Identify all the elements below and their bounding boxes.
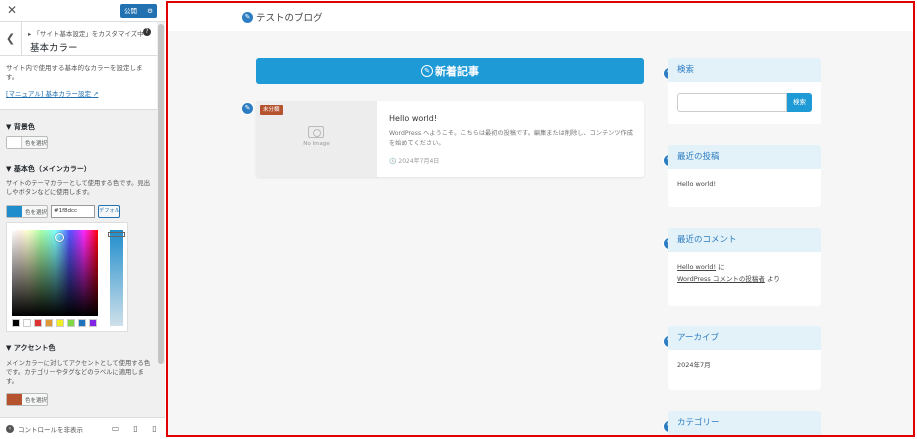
breadcrumb-text: 「サイト基本設定」をカスタマイズ中 — [33, 30, 144, 38]
archive-link[interactable]: 2024年7月 — [677, 361, 711, 369]
site-header: ✎ テストのブログ — [168, 3, 913, 31]
customizer-panel: ✕ 公開 ⚙ ❮ ▸ 「サイト基本設定」をカスタマイズ中 ? 基本カラー サイト… — [0, 0, 165, 439]
close-icon[interactable]: ✕ — [5, 3, 19, 17]
recent-posts-widget: 最近の投稿 Hello world! — [668, 145, 821, 207]
main-color-label: ▼ 基本色（メインカラー） — [6, 165, 91, 173]
palette-swatch[interactable] — [12, 319, 20, 327]
site-preview: ✎ テストのブログ ✎ 新着記事 ✎ No Image 未分類 Hello wo… — [166, 1, 915, 437]
customizer-window: ✕ 公開 ⚙ ❮ ▸ 「サイト基本設定」をカスタマイズ中 ? 基本カラー サイト… — [0, 0, 917, 439]
help-icon[interactable]: ? — [143, 28, 151, 36]
accent-color-button-label: 色を選択 — [24, 397, 47, 404]
comment-post-link[interactable]: Hello world! — [677, 263, 716, 271]
accent-color-swatch — [7, 394, 22, 405]
palette-swatch[interactable] — [56, 319, 64, 327]
categories-title: カテゴリー — [668, 411, 821, 435]
new-posts-heading: ✎ 新着記事 — [256, 58, 644, 84]
breadcrumb: ▸ 「サイト基本設定」をカスタマイズ中 — [28, 30, 144, 38]
palette-swatch[interactable] — [78, 319, 86, 327]
categories-widget: カテゴリー — [668, 411, 821, 435]
main-color-description: サイトのテーマカラーとして使用する色です。見出しやボタンなどに使用します。 — [6, 180, 151, 196]
edit-pencil-icon[interactable]: ✎ — [241, 102, 254, 115]
color-palettes — [12, 319, 97, 327]
manual-link-text[interactable]: [マニュアル] 基本カラー設定 — [6, 90, 91, 98]
search-widget: 検索 検索 — [668, 58, 821, 124]
archives-title: アーカイブ — [668, 326, 821, 350]
hue-slider-handle[interactable] — [108, 232, 125, 237]
recent-posts-title: 最近の投稿 — [668, 145, 821, 169]
accent-color-label: ▼ アクセント色 — [6, 344, 56, 352]
color-picker-handle[interactable] — [55, 233, 64, 242]
archives-widget: アーカイブ 2024年7月 — [668, 326, 821, 390]
section-description-box: サイト内で使用する基本的なカラーを設定します。 [マニュアル] 基本カラー設定 … — [0, 56, 157, 110]
edit-pencil-icon[interactable]: ✎ — [241, 11, 254, 24]
search-widget-title: 検索 — [668, 58, 821, 82]
post-date-text: 2024年7月4日 — [398, 158, 440, 165]
camera-icon — [308, 126, 324, 138]
recent-post-link[interactable]: Hello world! — [677, 180, 716, 188]
customizer-topbar: ✕ 公開 ⚙ — [0, 0, 165, 22]
comment-connector: に — [716, 263, 725, 271]
comment-author-link[interactable]: WordPress コメントの投稿者 — [677, 275, 765, 283]
comment-suffix: より — [764, 275, 780, 283]
palette-swatch[interactable] — [89, 319, 97, 327]
scrollbar-thumb[interactable] — [158, 24, 164, 364]
post-thumbnail[interactable]: No Image 未分類 — [256, 101, 377, 177]
main-color-button-label: 色を選択 — [24, 209, 47, 216]
background-color-swatch — [7, 137, 22, 148]
section-title: 基本カラー — [30, 43, 78, 54]
background-color-button-label: 色を選択 — [24, 140, 47, 147]
recent-comments-widget: 最近のコメント Hello world! に WordPress コメントの投稿… — [668, 228, 821, 306]
external-link-icon: ↗ — [93, 90, 99, 98]
color-saturation-square[interactable] — [12, 230, 98, 316]
background-color-button[interactable]: 色を選択 — [6, 136, 48, 149]
post-excerpt: WordPress へようこそ。こちらは最初の投稿です。編集または削除し、コンテ… — [389, 130, 633, 147]
color-picker — [6, 222, 128, 332]
customizer-footer: ‹ コントロールを非表示 ▭ ▯ ▯ — [0, 417, 165, 439]
gear-icon[interactable]: ⚙ — [147, 4, 153, 18]
main-color-hex-input[interactable]: #1f8dcc — [51, 205, 95, 218]
no-image-text: No Image — [303, 141, 330, 147]
accent-color-button[interactable]: 色を選択 — [6, 393, 48, 406]
publish-label: 公開 — [124, 7, 137, 15]
recent-comments-title: 最近のコメント — [668, 228, 821, 252]
site-title[interactable]: テストのブログ — [256, 10, 323, 24]
hide-controls-label: コントロールを非表示 — [18, 426, 83, 434]
publish-button[interactable]: 公開 ⚙ — [120, 4, 157, 18]
collapse-icon: ‹ — [6, 425, 14, 433]
desktop-preview-icon[interactable]: ▭ — [111, 424, 120, 433]
palette-swatch[interactable] — [45, 319, 53, 327]
post-title[interactable]: Hello world! — [389, 114, 437, 123]
section-description: サイト内で使用する基本的なカラーを設定します。 — [6, 64, 143, 81]
palette-swatch[interactable] — [67, 319, 75, 327]
background-color-label: ▼ 背景色 — [6, 123, 35, 131]
default-color-button[interactable]: デフォルト — [98, 205, 120, 218]
tablet-preview-icon[interactable]: ▯ — [131, 424, 140, 433]
category-badge: 未分類 — [260, 105, 283, 115]
section-header: ❮ ▸ 「サイト基本設定」をカスタマイズ中 ? 基本カラー — [0, 22, 157, 56]
mobile-preview-icon[interactable]: ▯ — [150, 424, 159, 433]
main-color-button[interactable]: 色を選択 — [6, 205, 48, 218]
panel-scrollbar[interactable] — [157, 22, 165, 417]
main-color-swatch — [7, 206, 22, 217]
hide-controls-button[interactable]: ‹ コントロールを非表示 — [6, 424, 83, 434]
palette-swatch[interactable] — [23, 319, 31, 327]
post-card[interactable]: No Image 未分類 Hello world! WordPress へようこ… — [256, 101, 644, 177]
post-date: 🕓 2024年7月4日 — [389, 158, 440, 165]
new-posts-heading-text: 新着記事 — [435, 65, 479, 78]
hue-slider[interactable] — [110, 230, 123, 326]
accent-color-description: メインカラーに対してアクセントとして使用する色です。カテゴリーやタグなどのラベル… — [6, 360, 151, 385]
search-input[interactable] — [677, 93, 787, 112]
manual-link[interactable]: [マニュアル] 基本カラー設定 ↗ — [6, 88, 98, 98]
palette-swatch[interactable] — [34, 319, 42, 327]
search-button[interactable]: 検索 — [787, 93, 812, 112]
back-button[interactable]: ❮ — [0, 22, 22, 56]
pencil-icon: ✎ — [421, 65, 433, 77]
